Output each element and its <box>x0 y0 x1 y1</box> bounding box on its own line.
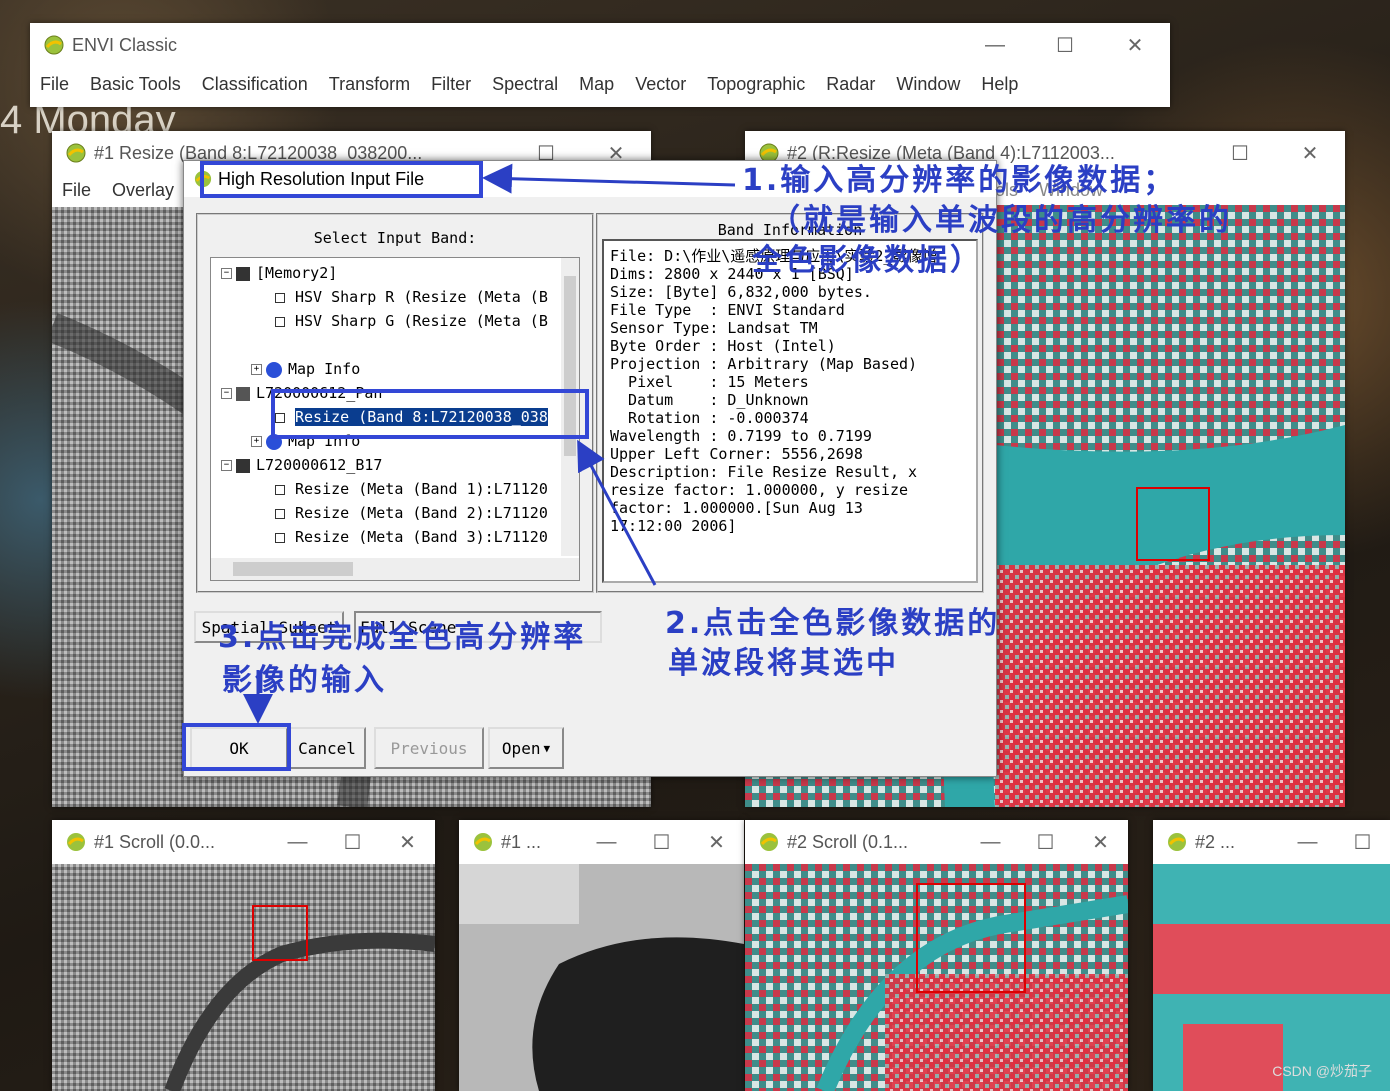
annotation-step1-line1: 1.输入高分辨率的影像数据； <box>742 163 1177 198</box>
annotation-step2-line1: 2.点击全色影像数据的 <box>665 606 1001 641</box>
annotation-step1-line2: （就是输入单波段的高分辨率的 <box>770 203 1232 238</box>
csdn-watermark: CSDN @炒茄子 <box>1272 1063 1372 1079</box>
annotation-step3-line2: 影像的输入 <box>222 663 387 698</box>
annotation-step1-line3: 全色影像数据） <box>752 243 983 278</box>
annotation-step3-line1: 3.点击完成全色高分辨率 <box>218 620 587 655</box>
annotation-step2-line2: 单波段将其选中 <box>668 646 899 681</box>
annotation-arrows <box>243 163 736 724</box>
